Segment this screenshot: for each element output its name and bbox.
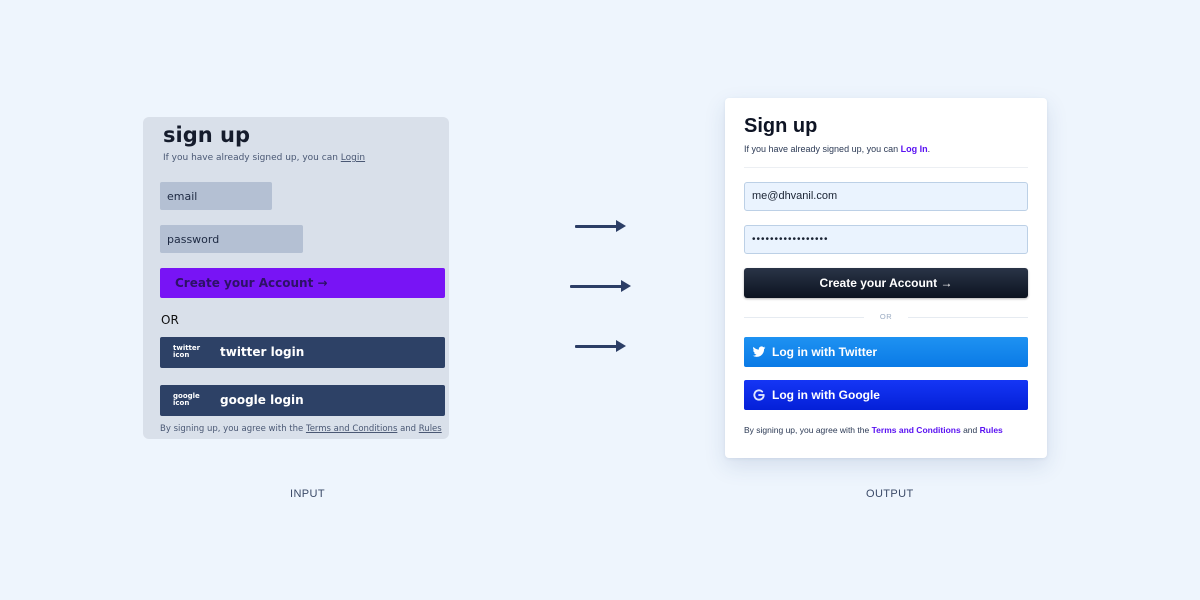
input-caption: INPUT [290, 488, 325, 500]
input-password-field[interactable]: password [160, 225, 303, 253]
output-title: Sign up [744, 115, 818, 137]
output-google-login-button[interactable]: Log in with Google [744, 380, 1028, 410]
divider [744, 167, 1028, 168]
output-subtitle: If you have already signed up, you can L… [744, 144, 930, 154]
input-google-login-button[interactable]: google icon google login [160, 385, 445, 416]
output-terms-prefix: By signing up, you agree with the [744, 425, 870, 435]
output-caption: OUTPUT [866, 488, 914, 500]
output-login-link[interactable]: Log In [901, 144, 928, 154]
arrow-right-icon [570, 280, 631, 292]
input-terms-text: By signing up, you agree with the Terms … [160, 424, 442, 434]
input-terms-prefix: By signing up, you agree with the [160, 424, 304, 434]
input-or-separator: OR [161, 313, 179, 327]
google-icon: google icon [173, 392, 200, 407]
output-terms-link[interactable]: Terms and Conditions [872, 425, 961, 435]
input-subtitle-text: If you have already signed up, you can [163, 153, 338, 163]
output-signup-card: Sign up If you have already signed up, y… [725, 98, 1047, 458]
google-icon [753, 389, 765, 401]
input-google-label: google login [220, 393, 304, 407]
output-twitter-login-button[interactable]: Log in with Twitter [744, 337, 1028, 367]
input-twitter-label: twitter login [220, 345, 305, 359]
output-email-field[interactable]: me@dhvanil.com [744, 182, 1028, 211]
output-twitter-label: Log in with Twitter [772, 345, 878, 359]
output-create-account-button[interactable]: Create your Account → [744, 268, 1028, 298]
output-subtitle-period: . [927, 144, 931, 154]
output-terms-and: and [963, 425, 978, 435]
input-login-link[interactable]: Login [341, 153, 365, 163]
input-create-account-button[interactable]: Create your Account → [160, 268, 445, 298]
input-subtitle: If you have already signed up, you can L… [163, 153, 365, 163]
input-terms-link[interactable]: Terms and Conditions [306, 424, 397, 434]
input-rules-link[interactable]: Rules [419, 424, 442, 434]
output-rules-link[interactable]: Rules [980, 425, 1003, 435]
output-password-field[interactable]: ••••••••••••••••• [744, 225, 1028, 254]
input-terms-and: and [400, 424, 417, 434]
input-title: sign up [163, 123, 250, 147]
output-or-separator: OR [879, 312, 893, 321]
twitter-icon [752, 346, 766, 357]
output-google-label: Log in with Google [772, 388, 880, 402]
input-email-field[interactable]: email [160, 182, 272, 210]
twitter-icon: twitter icon [173, 344, 201, 359]
input-sketch-card: sign up If you have already signed up, y… [143, 117, 449, 439]
arrow-right-icon [575, 220, 626, 232]
output-subtitle-text: If you have already signed up, you can [744, 144, 899, 154]
arrow-right-icon [575, 340, 626, 352]
input-twitter-login-button[interactable]: twitter icon twitter login [160, 337, 445, 368]
output-terms-text: By signing up, you agree with the Terms … [744, 425, 1003, 435]
